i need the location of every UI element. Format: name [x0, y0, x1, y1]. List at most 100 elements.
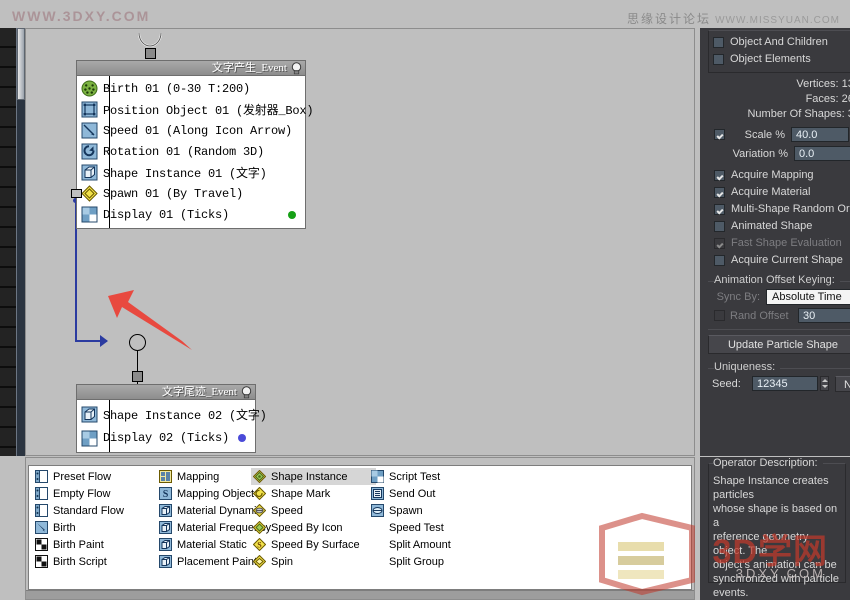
scrollbar-thumb[interactable] [17, 28, 25, 100]
svg-text:S: S [257, 541, 262, 550]
seed-spinner[interactable] [820, 376, 829, 391]
operator-row[interactable]: Shape Instance 01 (文字) [77, 162, 305, 183]
seed-row[interactable]: Seed: 12345 New [708, 375, 850, 392]
material-icon [159, 555, 172, 568]
depot-item-speed-by-surface[interactable]: S Speed By Surface [251, 536, 376, 553]
checkbox-label: Acquire Mapping [731, 169, 814, 181]
stat-vertices: Vertices: 132 [796, 78, 850, 90]
operator-row[interactable]: Rotation 01 (Random 3D) [77, 141, 305, 162]
depot-item-label: Send Out [389, 487, 436, 500]
event-node-1[interactable]: 文字产生_Event Birth 01 (0-30 T:200) Positio… [71, 33, 314, 229]
depot-item-preset-flow[interactable]: Preset Flow [33, 468, 173, 485]
checkbox-box[interactable] [714, 169, 725, 181]
event2-body: Shape Instance 02 (文字) Display 02 (Ticks… [76, 399, 267, 453]
event1-title-bar[interactable]: 文字产生_Event [76, 60, 306, 75]
event1-title-text: 文字产生_Event [211, 62, 287, 74]
checkbox-acquire-mapping[interactable]: Acquire Mapping [714, 167, 850, 183]
sync-by-label: Sync By: [716, 290, 760, 303]
event-node-2[interactable]: 文字尾迹_Event Shape Instance 02 (文字) Displa… [76, 334, 267, 453]
send-out-icon [371, 487, 384, 500]
sync-by-row[interactable]: Sync By: Absolute Time [708, 288, 850, 305]
update-particle-shape-button[interactable]: Update Particle Shape [708, 335, 850, 354]
event2-input-square[interactable] [132, 371, 143, 382]
rand-offset-input[interactable]: 30 [798, 308, 850, 323]
checkbox-object-and-children[interactable]: Object And Children [713, 34, 850, 50]
operator-row[interactable]: Display 01 (Ticks) [77, 204, 305, 225]
operator-row[interactable]: Speed 01 (Along Icon Arrow) [77, 120, 305, 141]
depot-item-split-amount[interactable]: Split Amount [369, 536, 494, 553]
depot-item-send-out[interactable]: Send Out [369, 485, 494, 502]
depot-item-spin[interactable]: Spin [251, 553, 376, 570]
lightbulb-icon[interactable] [290, 62, 303, 75]
position-object-icon [81, 101, 98, 118]
checkbox-scale[interactable] [714, 127, 731, 143]
depot-item-birth-script[interactable]: Birth Script [33, 553, 173, 570]
checkbox-multi-shape-random-order[interactable]: Multi-Shape Random Order [714, 201, 850, 217]
shape-instance-diamond-icon [253, 470, 266, 483]
checkbox-rand-offset[interactable] [714, 310, 725, 321]
depot-item-split-group[interactable]: Split Group [369, 553, 494, 570]
operator-description-panel: Operator Description: Shape Instance cre… [700, 457, 850, 600]
checkbox-box[interactable] [714, 203, 725, 215]
depot-panel[interactable]: Preset Flow Empty Flow Standard Flow Bir… [25, 457, 695, 600]
depot-item-label: Mapping [177, 470, 220, 483]
depot-item-label: Mapping Object [177, 487, 255, 500]
operator-row[interactable]: Shape Instance 02 (文字) [77, 402, 267, 426]
checkbox-object-elements[interactable]: Object Elements [713, 51, 850, 67]
operator-row[interactable]: Position Object 01 (发射器_Box) [77, 99, 314, 120]
spawn-output-socket[interactable] [71, 189, 82, 198]
mapping-icon [159, 470, 172, 483]
depot-horizontal-scrollbar[interactable] [26, 590, 694, 599]
new-seed-button[interactable]: New [835, 375, 850, 392]
depot-item-birth[interactable]: Birth [33, 519, 173, 536]
checkbox-box[interactable] [713, 53, 724, 65]
depot-item-birth-paint[interactable]: Birth Paint [33, 536, 173, 553]
watermark-right-url: WWW.MISSYUAN.COM [715, 15, 840, 26]
checkbox-box[interactable] [713, 36, 724, 48]
sync-by-value: Absolute Time [772, 290, 842, 303]
lightbulb-icon[interactable] [240, 386, 253, 399]
checkbox-animated-shape[interactable]: Animated Shape [714, 218, 850, 234]
command-panel[interactable]: Object And Children Object Elements Vert… [700, 28, 850, 456]
depot-item-script-test[interactable]: Script Test [369, 468, 494, 485]
watermark-right: 思缘设计论坛 WWW.MISSYUAN.COM [627, 10, 840, 27]
depot-item-speed[interactable]: Speed [251, 502, 376, 519]
variation-input[interactable]: 0.0 [794, 146, 850, 161]
seed-input[interactable]: 12345 [752, 376, 818, 391]
material-icon [159, 538, 172, 551]
toolbar-rail [0, 28, 17, 456]
depot-item-speed-test[interactable]: Speed Test [369, 519, 494, 536]
paint-icon [35, 538, 48, 551]
depot-item-shape-instance[interactable]: Shape Instance [251, 468, 376, 485]
scale-field-row[interactable]: Scale % 40.0 [700, 126, 850, 143]
operator-row[interactable]: Display 02 (Ticks) [77, 426, 255, 450]
scale-input[interactable]: 40.0 [791, 127, 849, 142]
event1-input-square[interactable] [145, 48, 156, 59]
rand-offset-row[interactable]: Rand Offset 30 [708, 307, 850, 324]
depot-item-label: Script Test [389, 470, 441, 483]
scale-label: Scale % [744, 128, 785, 141]
depot-item-standard-flow[interactable]: Standard Flow [33, 502, 173, 519]
display-icon [81, 430, 98, 446]
seed-label: Seed: [712, 377, 741, 390]
depot-list[interactable]: Preset Flow Empty Flow Standard Flow Bir… [28, 465, 692, 590]
checkbox-box[interactable] [714, 254, 725, 266]
operator-row[interactable]: Spawn 01 (By Travel) [71, 183, 305, 204]
shape-instance-icon [81, 406, 98, 422]
event2-title-bar[interactable]: 文字尾迹_Event [76, 384, 256, 399]
operator-row[interactable]: Birth 01 (0-30 T:200) [77, 78, 305, 99]
checkbox-acquire-material[interactable]: Acquire Material [714, 184, 850, 200]
depot-item-speed-by-icon[interactable]: Speed By Icon [251, 519, 376, 536]
sync-by-dropdown[interactable]: Absolute Time [766, 288, 850, 305]
variation-label: Variation % [732, 147, 788, 160]
checkbox-box[interactable] [714, 220, 725, 232]
depot-item-shape-mark[interactable]: Shape Mark [251, 485, 376, 502]
depot-item-empty-flow[interactable]: Empty Flow [33, 485, 173, 502]
checkbox-box[interactable] [714, 129, 725, 140]
variation-field-row[interactable]: Variation % 0.0 [700, 145, 850, 162]
depot-item-spawn[interactable]: Spawn [369, 502, 494, 519]
checkbox-box [714, 237, 725, 249]
checkbox-box[interactable] [714, 186, 725, 198]
particle-view-canvas[interactable]: 文字产生_Event Birth 01 (0-30 T:200) Positio… [25, 28, 695, 456]
checkbox-acquire-current-shape[interactable]: Acquire Current Shape [714, 252, 850, 268]
